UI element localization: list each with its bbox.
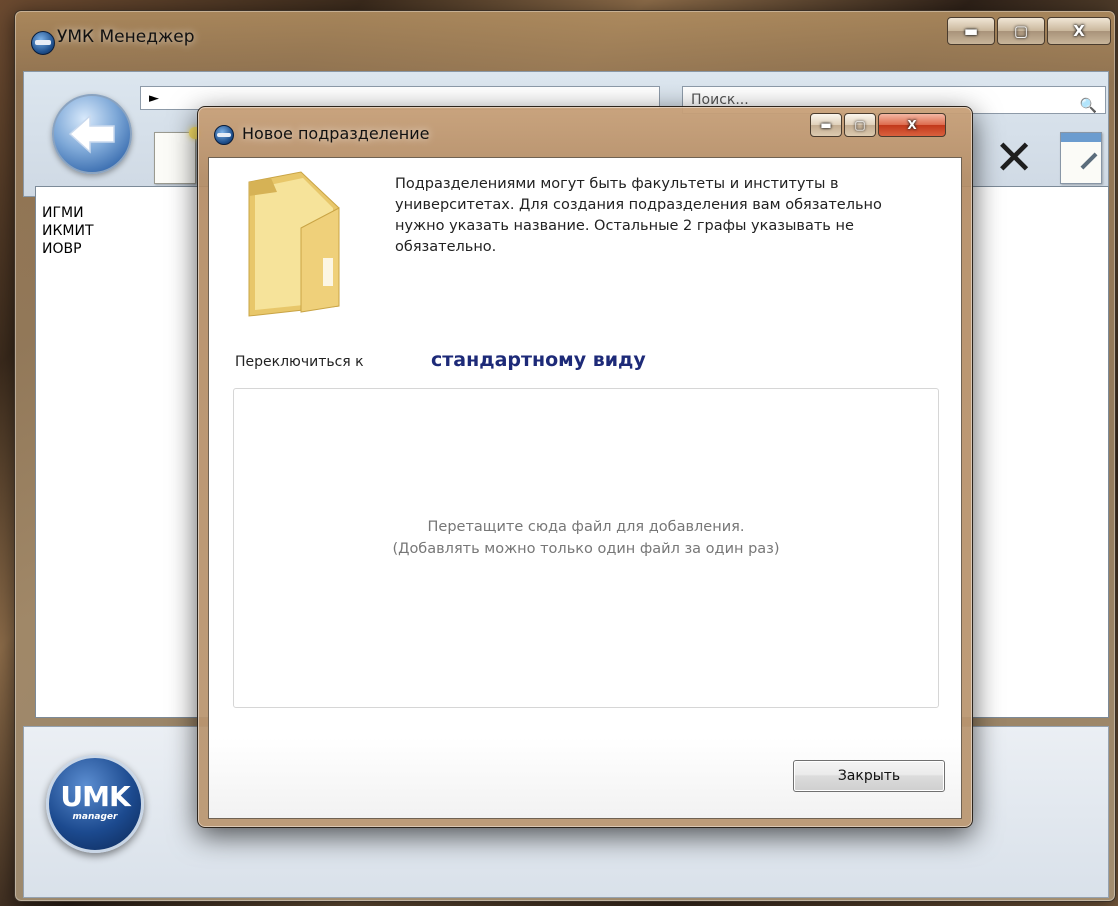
file-drop-zone[interactable]: Перетащите сюда файл для добавления. (До… <box>233 388 939 708</box>
window-title: УМК Менеджер <box>57 27 195 47</box>
delete-icon[interactable]: ✕ <box>994 134 1034 182</box>
switch-view-link[interactable]: стандартному виду <box>431 349 646 371</box>
dialog-caption-buttons: ▬ ▢ X <box>810 113 946 137</box>
list-item[interactable]: ИГМИ <box>42 205 84 221</box>
close-button[interactable]: Закрыть <box>793 760 945 792</box>
new-subdivision-dialog: Новое подразделение ▬ ▢ X Подразделениям… <box>197 106 973 828</box>
dialog-title: Новое подразделение <box>242 124 430 143</box>
umk-logo: UMK manager <box>46 755 144 853</box>
new-item-button[interactable] <box>154 127 201 184</box>
dialog-body: Подразделениями могут быть факультеты и … <box>208 157 962 819</box>
dialog-description: Подразделениями могут быть факультеты и … <box>395 176 882 255</box>
window-caption-buttons: ▬ ▢ X <box>947 17 1111 45</box>
logo-text: UMK <box>60 780 130 813</box>
drop-hint: Перетащите сюда файл для добавления. <box>427 519 745 535</box>
back-arrow-icon <box>68 114 115 154</box>
dialog-minimize-button[interactable]: ▬ <box>810 113 842 137</box>
dialog-maximize-button[interactable]: ▢ <box>844 113 876 137</box>
dialog-close-x-button[interactable]: X <box>878 113 946 137</box>
back-button[interactable] <box>52 94 132 174</box>
list-item[interactable]: ИКМИТ <box>42 223 94 239</box>
dialog-app-icon <box>214 125 234 145</box>
list-item[interactable]: ИОВР <box>42 241 82 257</box>
close-window-button[interactable]: X <box>1047 17 1111 45</box>
search-icon[interactable]: 🔍 <box>1080 93 1097 119</box>
edit-icon[interactable] <box>1060 132 1102 184</box>
drop-hint-note: (Добавлять можно только один файл за оди… <box>392 541 780 557</box>
folder-icon <box>248 171 340 317</box>
app-icon <box>31 31 55 55</box>
minimize-button[interactable]: ▬ <box>947 17 995 45</box>
switch-view-label: Переключиться к <box>235 354 364 370</box>
logo-subtext: manager <box>72 812 118 822</box>
maximize-button[interactable]: ▢ <box>997 17 1045 45</box>
